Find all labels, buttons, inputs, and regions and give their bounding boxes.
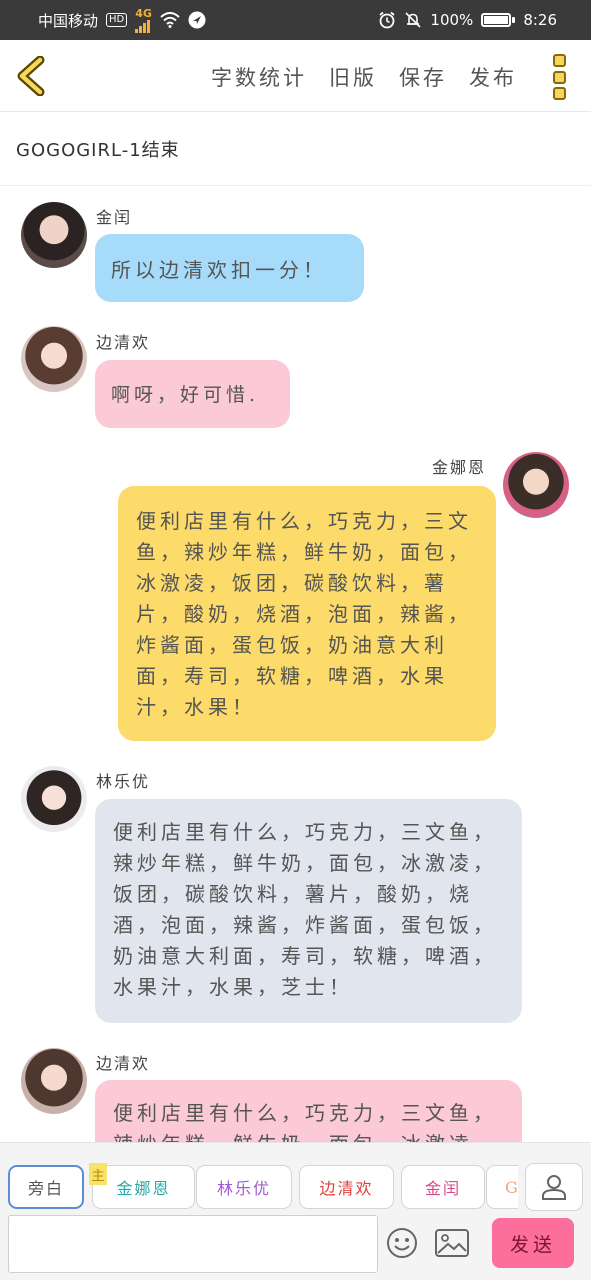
- image-icon[interactable]: [435, 1229, 469, 1257]
- publish-link[interactable]: 发布: [469, 62, 517, 92]
- sender-name: 林乐优: [96, 772, 151, 791]
- role-chip-label: 旁白: [27, 1179, 64, 1198]
- message-bubble[interactable]: 便利店里有什么，巧克力，三文鱼，辣炒年糕，鲜牛奶，面包，冰激凌，饭团，碳酸饮料，…: [95, 799, 522, 1023]
- role-chip-label: 金闰: [424, 1179, 461, 1198]
- battery-icon: [481, 13, 516, 27]
- sender-name: 边清欢: [96, 1054, 151, 1073]
- message-bubble[interactable]: 便利店里有什么，巧克力，三文鱼，辣炒年糕，鲜牛奶，面包，冰激凌，饭团，碳酸饮料，…: [118, 486, 496, 741]
- top-toolbar: 字数统计 旧版 保存 发布: [0, 40, 591, 112]
- sender-name: 金闰: [96, 208, 133, 227]
- avatar[interactable]: [21, 1048, 87, 1114]
- add-role-button[interactable]: [525, 1163, 583, 1211]
- role-chip-narrator[interactable]: 旁白: [8, 1165, 84, 1209]
- person-icon: [542, 1175, 566, 1200]
- alarm-icon: [379, 11, 395, 29]
- emoji-icon[interactable]: [386, 1227, 418, 1259]
- role-chip-jin-naen[interactable]: 金娜恩: [92, 1165, 195, 1209]
- main-role-tag: 主: [89, 1163, 107, 1185]
- status-bar: 中国移动 HD 4G 100% 8:26: [0, 0, 591, 40]
- word-count-link[interactable]: 字数统计: [211, 62, 307, 92]
- wifi-icon: [160, 12, 180, 28]
- sender-name: 边清欢: [96, 333, 151, 352]
- role-chip-lin-leyou[interactable]: 林乐优: [196, 1165, 292, 1209]
- compose-bar: 旁白 金娜恩 主 林乐优 边清欢 金闰 GIF 发送: [0, 1142, 591, 1280]
- message-bubble[interactable]: 啊呀，好可惜.: [95, 360, 290, 428]
- avatar[interactable]: [503, 452, 569, 518]
- role-chip-label: 金娜恩: [116, 1179, 171, 1198]
- avatar[interactable]: [21, 766, 87, 832]
- role-chip-gif[interactable]: GIF: [486, 1165, 518, 1209]
- mute-icon: [405, 12, 421, 28]
- chapter-title[interactable]: GOGOGIRL-1结束: [0, 112, 591, 186]
- network-type: 4G: [135, 6, 152, 20]
- save-link[interactable]: 保存: [399, 62, 447, 92]
- back-arrow-icon[interactable]: [14, 56, 50, 96]
- signal-icon: [135, 19, 151, 33]
- role-selector: 旁白 金娜恩 主 林乐优 边清欢 金闰 GIF: [8, 1163, 518, 1211]
- role-chip-jin-run[interactable]: 金闰: [401, 1165, 485, 1209]
- message-bubble[interactable]: 所以边清欢扣一分！: [95, 234, 364, 302]
- hd-badge: HD: [106, 13, 128, 27]
- carrier-label: 中国移动: [38, 11, 99, 30]
- role-chip-bian-qinghuan[interactable]: 边清欢: [299, 1165, 394, 1209]
- message-input[interactable]: [8, 1215, 378, 1273]
- send-button[interactable]: 发送: [492, 1218, 574, 1268]
- message-bubble[interactable]: 便利店里有什么，巧克力，三文鱼，辣炒年糕，鲜牛奶，面包，冰激凌，: [95, 1080, 522, 1142]
- battery-percent: 100%: [430, 11, 474, 29]
- navigation-icon: [188, 11, 206, 29]
- avatar[interactable]: [21, 326, 87, 392]
- toolbar-menu: 字数统计 旧版 保存 发布: [211, 62, 517, 92]
- more-menu-icon[interactable]: [553, 54, 569, 100]
- avatar[interactable]: [21, 202, 87, 268]
- role-chip-label: GIF: [505, 1177, 518, 1197]
- chat-area[interactable]: 金闰 所以边清欢扣一分！ 边清欢 啊呀，好可惜. 金娜恩 便利店里有什么，巧克力…: [0, 186, 591, 1142]
- old-version-link[interactable]: 旧版: [329, 62, 377, 92]
- role-chip-label: 林乐优: [216, 1179, 271, 1198]
- sender-name: 金娜恩: [432, 458, 487, 477]
- role-chip-label: 边清欢: [319, 1179, 374, 1198]
- clock: 8:26: [523, 11, 557, 29]
